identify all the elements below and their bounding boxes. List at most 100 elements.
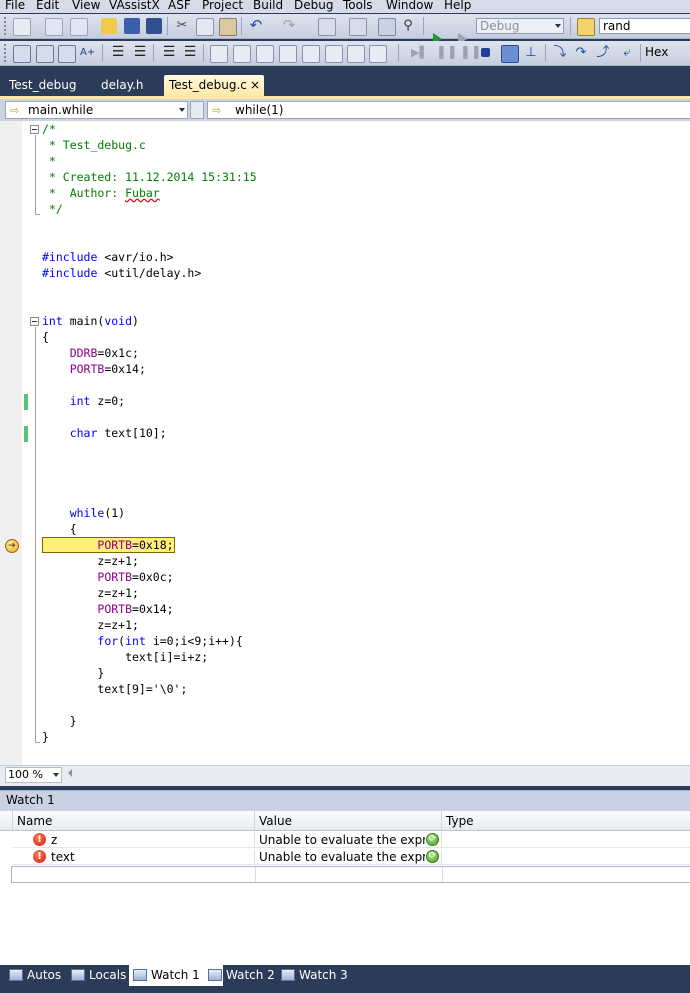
run-to-cursor-icon[interactable]: ⤶ [619, 45, 635, 61]
code-line[interactable]: text[9]='\0'; [42, 681, 187, 697]
quick-info-icon[interactable] [58, 45, 76, 63]
watch-grid[interactable]: Name Value Type ! z Unable to evaluate t… [0, 811, 690, 965]
bookmark-toggle-icon[interactable] [210, 45, 228, 63]
watch-row-name[interactable]: ! z [13, 832, 255, 848]
code-line[interactable]: { [42, 329, 49, 345]
menu-view[interactable]: View [72, 0, 100, 12]
bookmark-prev-doc-icon[interactable] [325, 45, 343, 63]
code-line[interactable]: for(int i=0;i<9;i++){ [42, 633, 242, 649]
restart-icon[interactable] [501, 45, 519, 63]
code-line[interactable]: PORTB=0x18; [42, 537, 173, 553]
code-line[interactable]: /* [42, 121, 56, 137]
menu-file[interactable]: File [5, 0, 25, 12]
code-line[interactable]: * Created: 11.12.2014 15:31:15 [42, 169, 257, 185]
step-over-icon[interactable]: ↷ [573, 45, 589, 61]
watch-column-type[interactable]: Type [442, 811, 690, 831]
refresh-icon[interactable]: ⟳ [426, 833, 439, 846]
bookmark-previous-icon[interactable] [233, 45, 251, 63]
menu-vassistx[interactable]: VAssistX [109, 0, 160, 12]
navigate-forward-icon[interactable] [349, 18, 367, 36]
code-line[interactable]: int main(void) [42, 313, 139, 329]
watch-new-entry-row[interactable] [11, 866, 690, 883]
increase-indent-icon[interactable]: ☰ [132, 45, 148, 61]
watch-row-name[interactable]: ! text [13, 849, 255, 865]
menu-edit[interactable]: Edit [36, 0, 59, 12]
bookmark-next-icon[interactable] [256, 45, 274, 63]
code-line[interactable]: z=z+1; [42, 617, 139, 633]
collapse-main-icon[interactable] [30, 317, 39, 326]
solution-explorer-icon[interactable] [378, 18, 396, 36]
step-into-icon[interactable]: ⤵ [552, 45, 568, 61]
paste-icon[interactable] [219, 18, 237, 36]
find-in-files-icon[interactable] [577, 18, 595, 36]
uncomment-icon[interactable]: ☰ [182, 45, 198, 61]
bookmark-next-folder-icon[interactable] [302, 45, 320, 63]
code-line[interactable]: z=z+1; [42, 585, 139, 601]
code-line[interactable]: * Author: Fubar [42, 185, 160, 201]
code-line[interactable]: while(1) [42, 505, 125, 521]
code-editor[interactable]: ➔ /* * Test_debug.c * * Created: 11.12.2… [0, 121, 690, 765]
hex-display-button[interactable]: Hex [645, 45, 668, 59]
navigate-backward-icon[interactable] [318, 18, 336, 36]
code-line[interactable]: } [42, 729, 49, 745]
add-existing-icon[interactable] [70, 18, 88, 36]
code-line[interactable]: * [42, 153, 56, 169]
code-line[interactable]: * Test_debug.c [42, 137, 146, 153]
menu-debug[interactable]: Debug [294, 0, 333, 12]
indicator-margin[interactable] [0, 121, 22, 765]
code-line[interactable]: z=z+1; [42, 553, 139, 569]
scope-select[interactable]: ⇨ main.while [5, 101, 188, 119]
break-all-icon[interactable]: ❚❚ [460, 45, 482, 61]
stop-debugging-icon[interactable] [481, 48, 490, 57]
code-line[interactable]: { [42, 521, 77, 537]
cut-icon[interactable]: ✂ [174, 18, 190, 34]
step-back-icon[interactable]: ⤴ [595, 45, 611, 61]
decrease-indent-icon[interactable]: ☰ [110, 45, 126, 61]
code-line[interactable]: } [42, 665, 104, 681]
watch-column-name[interactable]: Name [13, 811, 255, 831]
zoom-select[interactable]: 100 % [5, 767, 62, 783]
bookmark-prev-folder-icon[interactable] [279, 45, 297, 63]
code-line[interactable]: */ [42, 201, 63, 217]
menu-build[interactable]: Build [253, 0, 283, 12]
menu-help[interactable]: Help [444, 0, 471, 12]
code-line[interactable]: char text[10]; [42, 425, 167, 441]
step-out-icon[interactable]: ⊥ [523, 45, 539, 61]
undo-icon[interactable]: ↶ [248, 18, 264, 34]
pause-icon[interactable]: ❚❚ [436, 45, 458, 61]
save-all-icon[interactable] [146, 18, 162, 34]
add-item-icon[interactable] [45, 18, 63, 36]
redo-icon[interactable]: ↷ [281, 18, 297, 34]
refresh-icon[interactable]: ⟳ [426, 850, 439, 863]
open-folder-icon[interactable] [101, 18, 117, 34]
code-line[interactable]: #include <util/delay.h> [42, 265, 201, 281]
new-project-icon[interactable] [13, 18, 31, 36]
find-input[interactable]: rand [599, 18, 690, 34]
code-line[interactable]: PORTB=0x14; [42, 361, 146, 377]
code-line[interactable]: DDRB=0x1c; [42, 345, 139, 361]
code-line[interactable]: text[i]=i+z; [42, 649, 208, 665]
save-icon[interactable] [124, 18, 140, 34]
tab-delay-h[interactable]: delay.h [101, 75, 144, 96]
menu-tools[interactable]: Tools [343, 0, 373, 12]
watch-column-value[interactable]: Value [255, 811, 442, 831]
comment-out-icon[interactable]: ☰ [161, 45, 177, 61]
solution-configuration-select[interactable]: Debug [476, 18, 564, 34]
watch-row-value[interactable]: Unable to evaluate the expressio ⟳ [255, 832, 442, 848]
tab-test-debug-c[interactable]: Test_debug.c × [164, 75, 264, 96]
bookmark-next-doc-icon[interactable] [347, 45, 365, 63]
code-line[interactable]: #include <avr/io.h> [42, 249, 174, 265]
complete-word-icon[interactable]: A+ [80, 45, 96, 61]
display-members-icon[interactable] [13, 45, 31, 63]
clear-bookmarks-icon[interactable] [369, 45, 387, 63]
menu-project[interactable]: Project [202, 0, 243, 12]
watch-row-value[interactable]: Unable to evaluate the expressio ⟳ [255, 849, 442, 865]
toolbar-grip[interactable] [4, 17, 9, 35]
toolbar-grip[interactable] [4, 44, 9, 62]
collapse-comment-icon[interactable] [30, 125, 39, 134]
tab-watch-2[interactable]: Watch 2 [204, 965, 275, 986]
menu-asf[interactable]: ASF [168, 0, 191, 12]
code-line[interactable]: int z=0; [42, 393, 125, 409]
tab-locals[interactable]: Locals [67, 965, 126, 986]
navbar-splitter[interactable] [190, 101, 204, 119]
